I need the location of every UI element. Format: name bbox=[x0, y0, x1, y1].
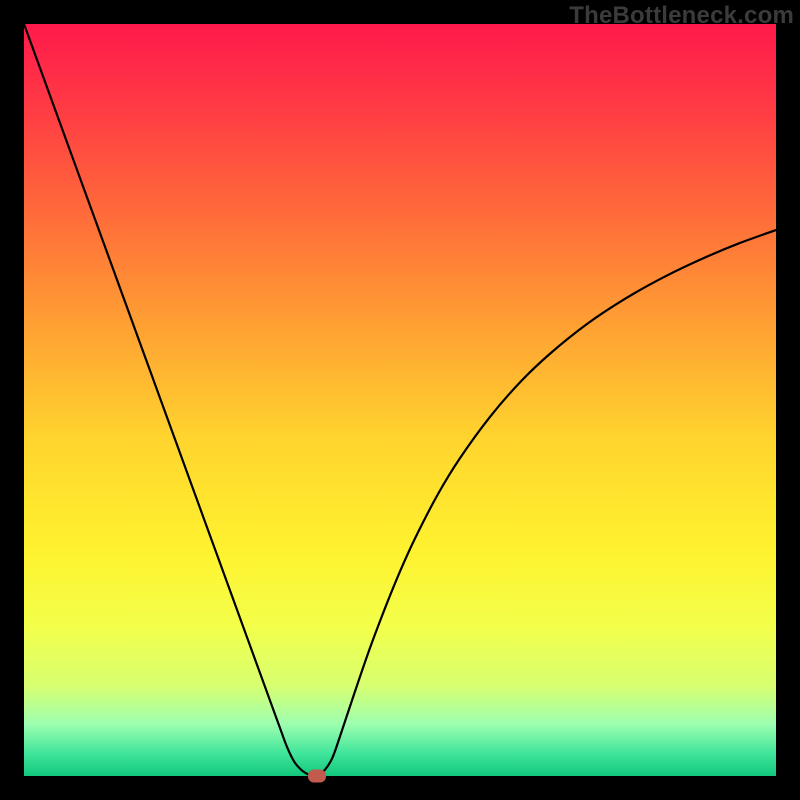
gradient-background bbox=[24, 24, 776, 776]
bottleneck-chart bbox=[24, 24, 776, 776]
chart-frame bbox=[24, 24, 776, 776]
optimal-point-marker bbox=[308, 770, 326, 783]
watermark-text: TheBottleneck.com bbox=[569, 2, 794, 30]
